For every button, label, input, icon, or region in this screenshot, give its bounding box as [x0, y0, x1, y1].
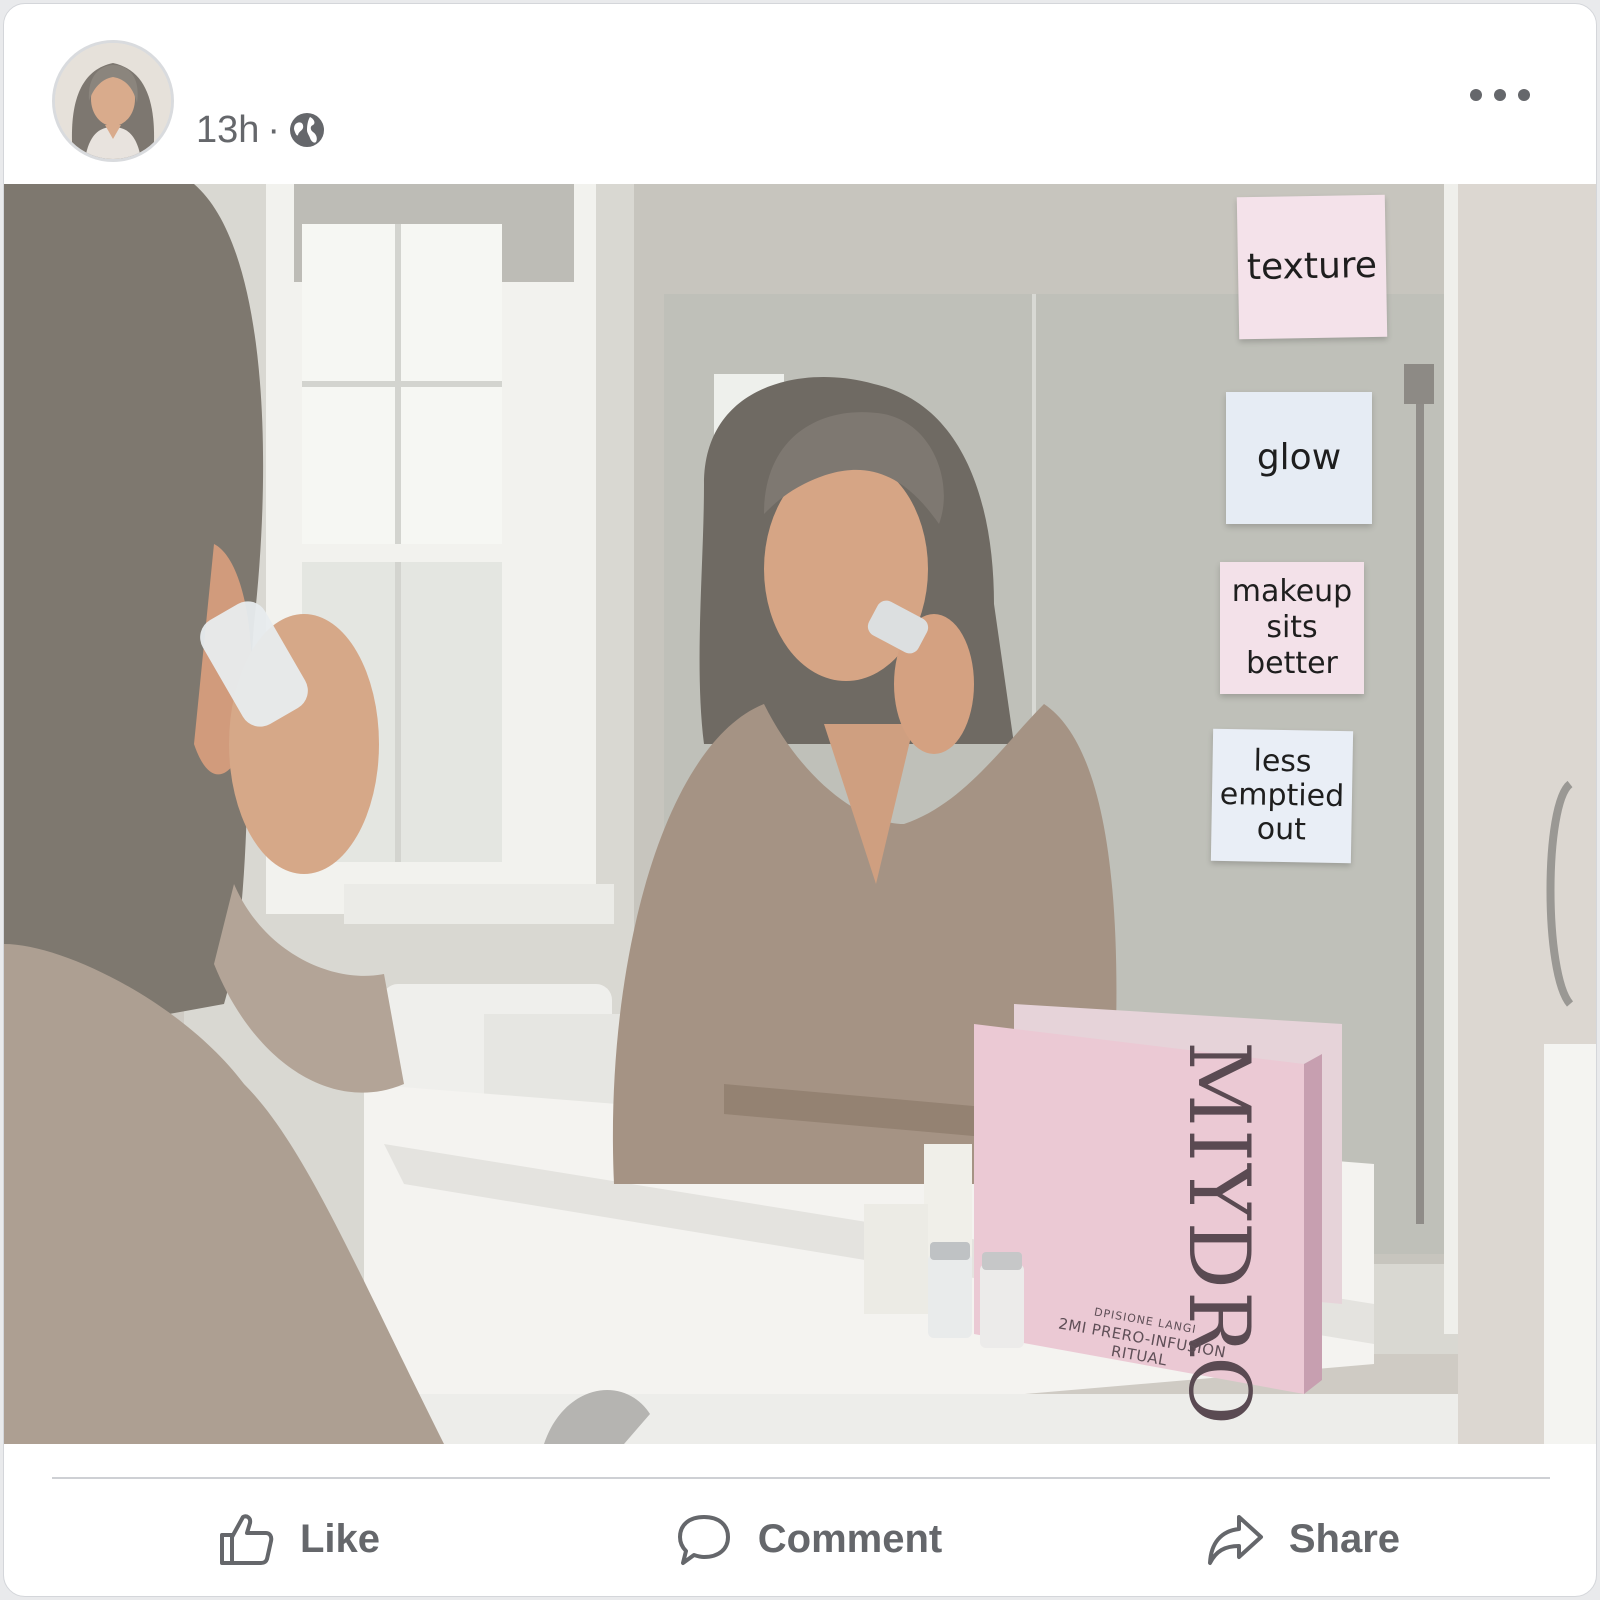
avatar[interactable] [52, 40, 174, 162]
bathroom-mirror-scene [4, 184, 1596, 1444]
sticky-note-glow: glow [1226, 392, 1372, 524]
like-label: Like [300, 1516, 381, 1561]
more-dot [1494, 89, 1506, 101]
share-label: Share [1288, 1516, 1401, 1561]
comment-label: Comment [757, 1516, 943, 1561]
comment-button[interactable]: Comment [611, 1480, 1006, 1596]
more-dot [1470, 89, 1482, 101]
sticky-note-text: texture [1246, 244, 1378, 289]
more-dot [1518, 89, 1530, 101]
sticky-note-text: glow [1256, 437, 1342, 478]
sticky-note-texture: texture [1236, 194, 1388, 340]
action-divider [52, 1477, 1550, 1479]
post-meta: 13h · [196, 108, 326, 152]
post-photo[interactable]: texture glow makeup sits better less emp… [4, 184, 1596, 1444]
thumbs-up-icon [216, 1509, 276, 1569]
sticky-note-makeup: makeup sits better [1220, 562, 1364, 694]
post-card: 13h · texture glow makeup sits better le… [3, 3, 1597, 1597]
post-timestamp[interactable]: 13h [196, 108, 259, 152]
sticky-note-text: less emptied out [1219, 743, 1345, 848]
sticky-note-less-emptied-out: less emptied out [1210, 728, 1354, 864]
like-button[interactable]: Like [4, 1480, 611, 1596]
comment-bubble-icon [674, 1509, 734, 1569]
share-button[interactable]: Share [1005, 1480, 1596, 1596]
post-actions: Like Comment Share [4, 1480, 1596, 1596]
globe-icon[interactable] [288, 111, 326, 149]
sticky-note-text: makeup sits better [1231, 574, 1353, 681]
post-header: 13h · [4, 4, 1596, 184]
share-arrow-icon [1205, 1509, 1265, 1569]
meta-separator: · [267, 109, 281, 151]
more-options-icon[interactable] [1470, 80, 1530, 110]
